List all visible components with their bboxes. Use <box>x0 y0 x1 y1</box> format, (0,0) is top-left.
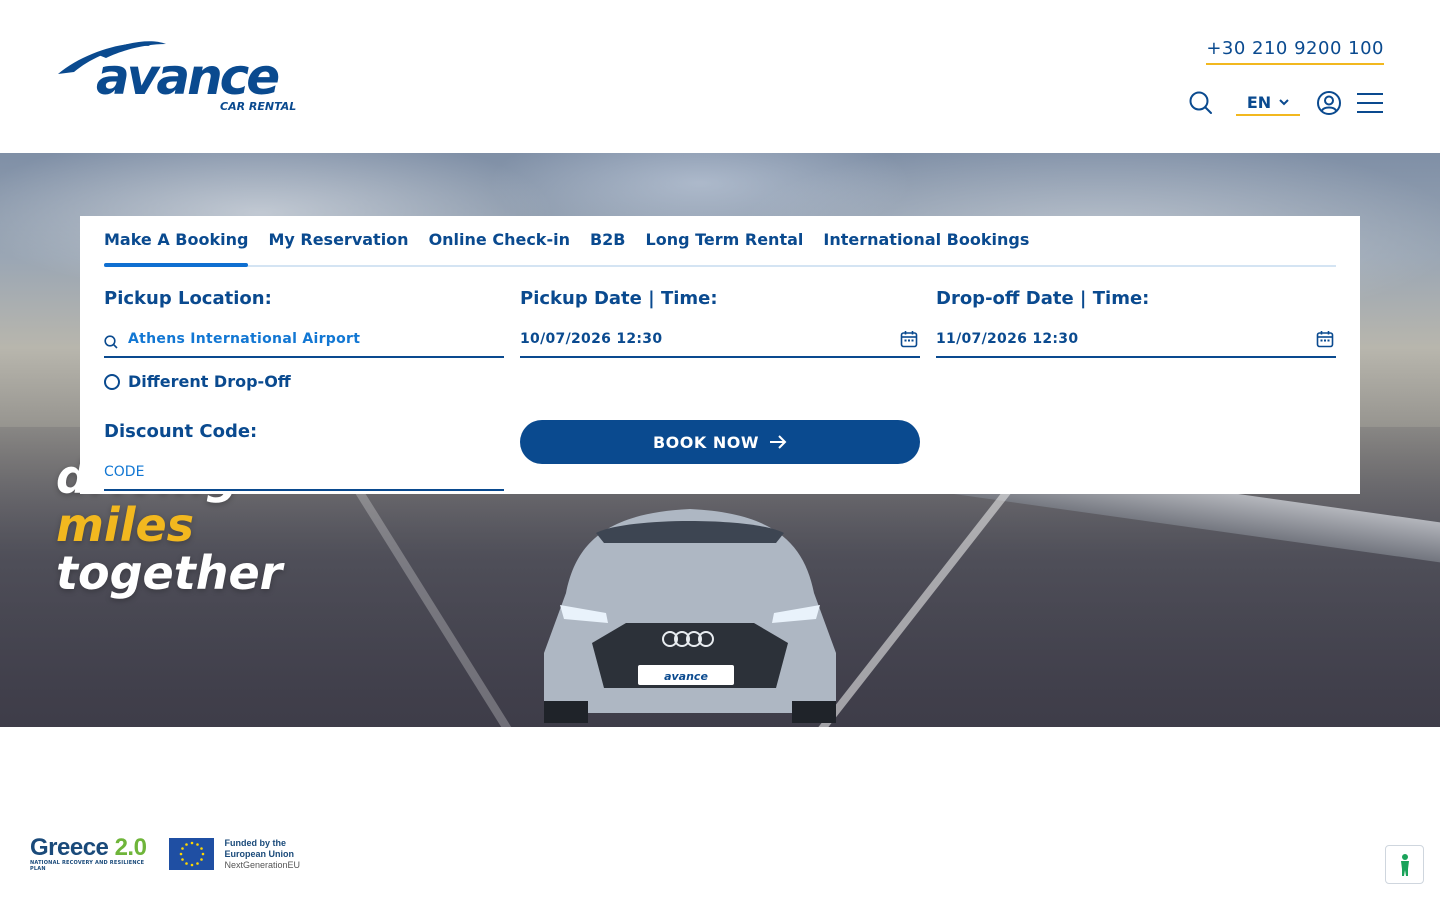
tab-my-reservation[interactable]: My Reservation <box>268 216 408 265</box>
slogan-line: together <box>56 546 283 600</box>
site-header: avance CAR RENTAL +30 210 9200 100 EN <box>0 0 1440 153</box>
language-label: EN <box>1246 92 1272 112</box>
pickup-date-column: Pickup Date | Time: 10/07/2026 12:30 <box>520 288 920 358</box>
search-icon <box>104 335 118 349</box>
booking-tabs: Make A Booking My Reservation Online Che… <box>104 216 1336 267</box>
svg-text:avance: avance <box>96 48 278 106</box>
avance-logo[interactable]: avance CAR RENTAL <box>56 40 298 114</box>
user-icon[interactable] <box>1316 90 1342 116</box>
tab-international-bookings[interactable]: International Bookings <box>823 216 1029 265</box>
greece-version: 2.0 <box>114 834 147 861</box>
accessibility-icon <box>1400 853 1409 876</box>
discount-code-label: Discount Code: <box>104 421 258 442</box>
different-dropoff-label: Different Drop-Off <box>128 372 291 391</box>
arrow-right-icon <box>770 435 787 449</box>
accessibility-button[interactable] <box>1385 845 1424 884</box>
car-image: avance <box>544 509 836 723</box>
eu-line: Funded by the <box>224 837 286 848</box>
menu-icon[interactable] <box>1356 90 1384 116</box>
pickup-date-field[interactable]: 10/07/2026 12:30 <box>520 322 920 358</box>
different-dropoff-option[interactable]: Different Drop-Off <box>104 372 504 391</box>
language-selector[interactable]: EN <box>1236 90 1300 116</box>
eu-line: NextGenerationEU <box>224 859 300 870</box>
phone-link[interactable]: +30 210 9200 100 <box>1206 38 1384 65</box>
tab-long-term-rental[interactable]: Long Term Rental <box>646 216 804 265</box>
svg-text:avance: avance <box>664 670 708 683</box>
calendar-icon[interactable] <box>1316 330 1334 348</box>
calendar-icon[interactable] <box>900 330 918 348</box>
eu-funding-text: Funded by the European Union NextGenerat… <box>224 838 300 871</box>
greece-title: Greece <box>30 834 109 861</box>
svg-text:CAR RENTAL: CAR RENTAL <box>220 100 296 113</box>
discount-code-input[interactable] <box>104 464 504 480</box>
header-actions: EN <box>1188 88 1384 118</box>
dropoff-date-column: Drop-off Date | Time: 11/07/2026 12:30 <box>936 288 1336 358</box>
tab-online-check-in[interactable]: Online Check-in <box>429 216 570 265</box>
dropoff-date-label: Drop-off Date | Time: <box>936 288 1150 309</box>
tab-b2b[interactable]: B2B <box>590 216 626 265</box>
pickup-location-value: Athens International Airport <box>128 331 361 347</box>
greece-subtitle: NATIONAL RECOVERY AND RESILIENCE PLAN <box>30 860 145 872</box>
pickup-location-column: Pickup Location: Athens International Ai… <box>104 288 504 491</box>
eu-funding-badge[interactable]: Greece 2.0 NATIONAL RECOVERY AND RESILIE… <box>30 834 300 873</box>
pickup-date-label: Pickup Date | Time: <box>520 288 718 309</box>
pickup-location-field[interactable]: Athens International Airport <box>104 322 504 358</box>
eu-flag-icon <box>169 838 215 870</box>
chevron-down-icon <box>1279 99 1289 106</box>
search-icon[interactable] <box>1188 90 1214 116</box>
pickup-location-label: Pickup Location: <box>104 288 272 309</box>
book-now-button[interactable]: BOOK NOW <box>520 420 920 464</box>
different-dropoff-radio[interactable] <box>104 373 120 390</box>
pickup-date-value: 10/07/2026 12:30 <box>520 331 663 347</box>
dropoff-date-field[interactable]: 11/07/2026 12:30 <box>936 322 1336 358</box>
book-now-label: BOOK NOW <box>652 432 759 452</box>
tab-make-a-booking[interactable]: Make A Booking <box>104 216 249 267</box>
slogan-line-highlight: miles <box>56 498 195 552</box>
booking-panel: Make A Booking My Reservation Online Che… <box>80 216 1360 494</box>
greece-2-logo: Greece 2.0 NATIONAL RECOVERY AND RESILIE… <box>30 834 159 873</box>
dropoff-date-value: 11/07/2026 12:30 <box>936 331 1079 347</box>
eu-line: European Union <box>224 848 294 859</box>
discount-code-wrapper <box>104 455 504 491</box>
